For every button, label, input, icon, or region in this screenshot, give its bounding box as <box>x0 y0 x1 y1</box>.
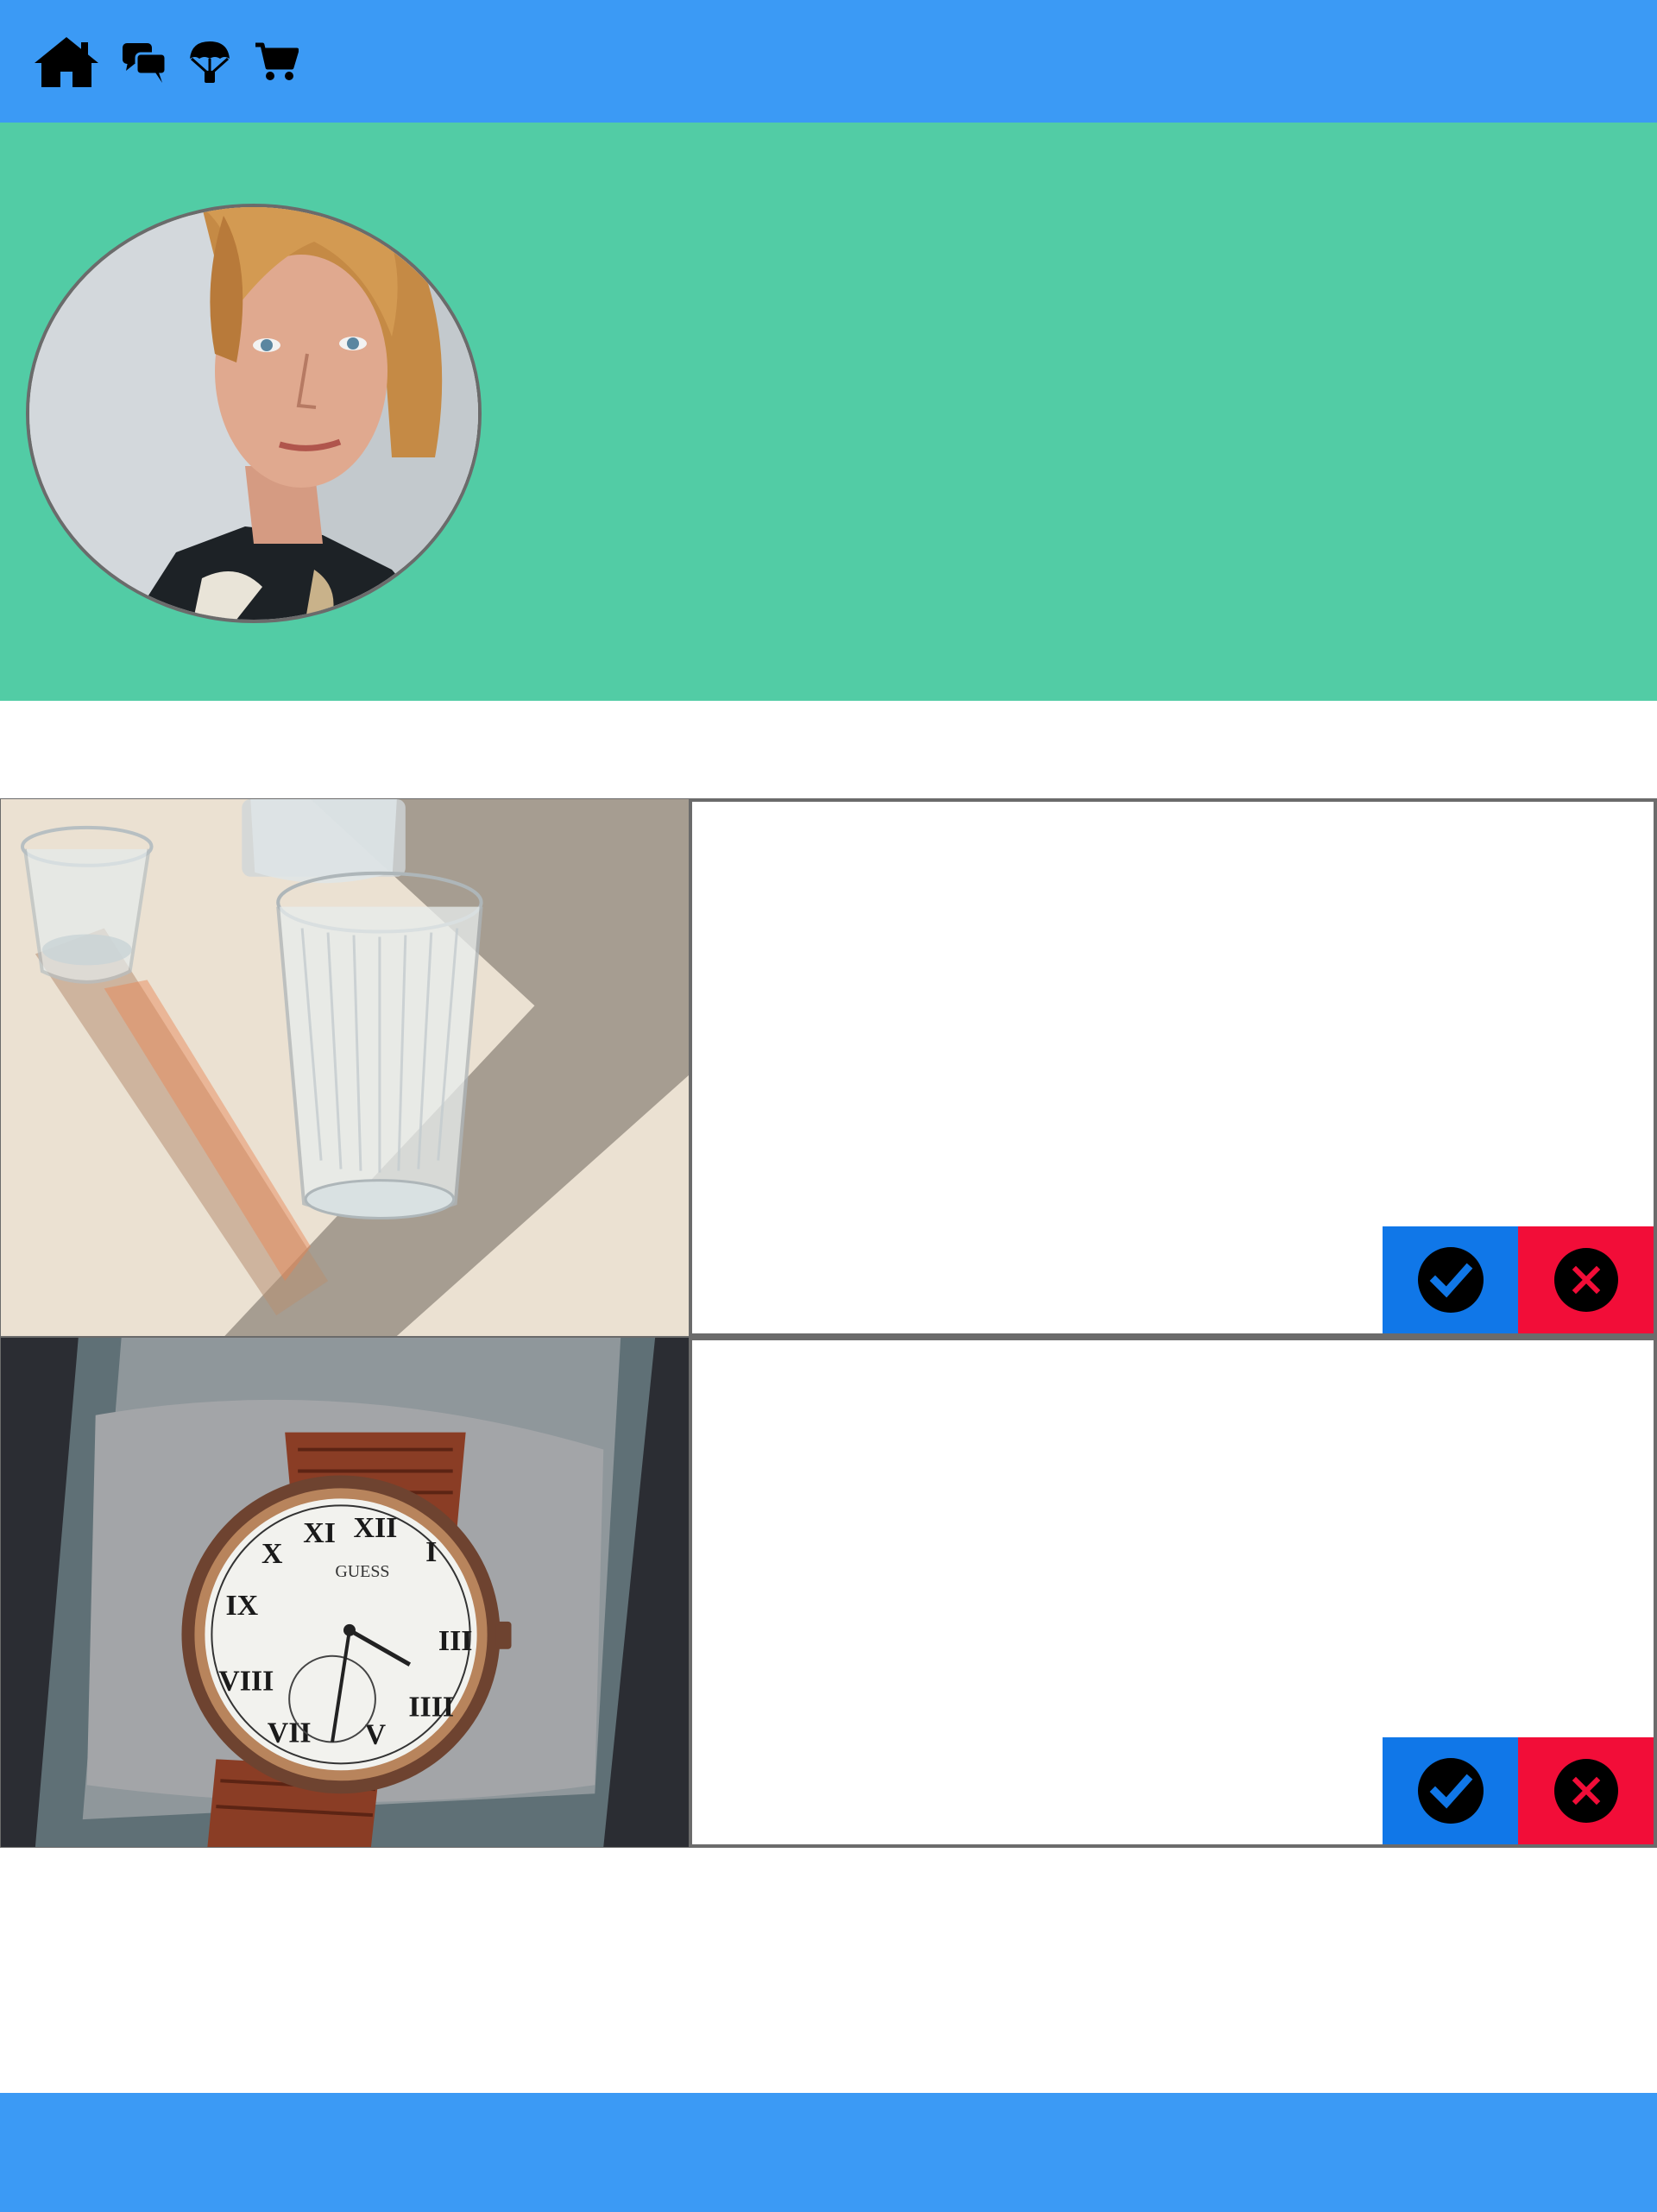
parachute-icon[interactable] <box>188 40 231 85</box>
check-circle-icon <box>1417 1247 1484 1313</box>
svg-text:XII: XII <box>353 1512 397 1544</box>
card-image <box>0 798 690 1337</box>
profile-photo <box>29 207 478 620</box>
wristwatch-photo: XII I III IIII V VII VIII IX X XI GUESS <box>1 1338 690 1847</box>
svg-text:III: III <box>438 1625 473 1657</box>
svg-text:VIII: VIII <box>218 1666 274 1698</box>
accept-button[interactable] <box>1383 1226 1518 1333</box>
avatar <box>26 204 482 623</box>
watch-brand-label: GUESS <box>335 1562 389 1581</box>
card-actions <box>1383 1737 1654 1844</box>
svg-text:IX: IX <box>225 1590 258 1622</box>
accept-button[interactable] <box>1383 1737 1518 1844</box>
svg-text:I: I <box>425 1536 437 1568</box>
water-glasses-photo <box>1 799 690 1336</box>
chat-bubbles-icon[interactable] <box>121 40 167 85</box>
home-icon[interactable] <box>33 35 100 89</box>
card-panel <box>689 798 1657 1337</box>
check-circle-icon <box>1417 1758 1484 1824</box>
reject-button[interactable] <box>1518 1226 1654 1333</box>
footer-bar <box>0 2093 1657 2212</box>
shopping-cart-icon[interactable] <box>254 41 299 83</box>
profile-hero <box>0 123 1657 701</box>
card-panel <box>689 1337 1657 1848</box>
card-image: XII I III IIII V VII VIII IX X XI GUESS <box>0 1337 690 1848</box>
product-card <box>0 798 1657 1337</box>
svg-text:X: X <box>261 1538 283 1570</box>
product-card: XII I III IIII V VII VIII IX X XI GUESS <box>0 1337 1657 1848</box>
svg-text:IIII: IIII <box>408 1692 454 1724</box>
reject-button[interactable] <box>1518 1737 1654 1844</box>
close-circle-icon <box>1553 1759 1618 1823</box>
card-actions <box>1383 1226 1654 1333</box>
close-circle-icon <box>1553 1248 1618 1312</box>
svg-text:XI: XI <box>303 1517 336 1549</box>
icon-nav <box>33 33 299 91</box>
top-nav-bar <box>0 0 1657 123</box>
